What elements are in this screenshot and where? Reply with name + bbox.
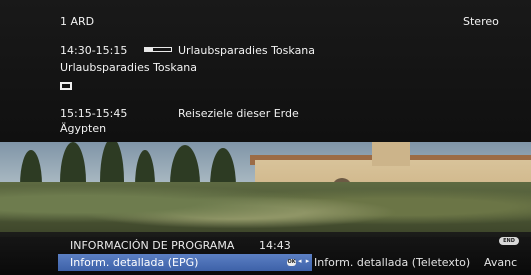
program-progress-fill	[145, 48, 153, 51]
current-program-time: 14:30-15:15	[60, 44, 128, 57]
shrubs	[0, 182, 531, 237]
program-progress-bar	[144, 47, 172, 52]
audio-mode: Stereo	[463, 15, 499, 28]
program-info-menu: INFORMACIÓN DE PROGRAMA 14:43 END Inform…	[0, 232, 531, 275]
menu-clock: 14:43	[259, 239, 291, 252]
end-key-icon: END	[499, 237, 519, 245]
menu-item-advanced[interactable]: Avanc	[484, 256, 517, 269]
next-program-subtitle: Ägypten	[60, 122, 107, 135]
menu-item-epg[interactable]: Inform. detallada (EPG) OK ◂ ▸	[58, 254, 312, 271]
next-program-title: Reiseziele dieser Erde	[178, 107, 299, 120]
next-program-time: 15:15-15:45	[60, 107, 128, 120]
subtitles-icon	[60, 82, 72, 90]
current-program-subtitle: Urlaubsparadies Toskana	[60, 61, 198, 74]
menu-title: INFORMACIÓN DE PROGRAMA	[70, 239, 235, 252]
menu-item-label: Inform. detallada (EPG)	[70, 256, 199, 269]
menu-item-teletext[interactable]: Inform. detallada (Teletexto)	[314, 256, 470, 269]
left-right-arrows-icon: ◂ ▸	[298, 257, 311, 265]
program-info-panel: 1 ARD Stereo 14:30-15:15 Urlaubsparadies…	[0, 0, 531, 142]
current-program-title: Urlaubsparadies Toskana	[178, 44, 316, 57]
ok-key-icon: OK	[287, 259, 296, 266]
channel-name: 1 ARD	[60, 15, 95, 28]
